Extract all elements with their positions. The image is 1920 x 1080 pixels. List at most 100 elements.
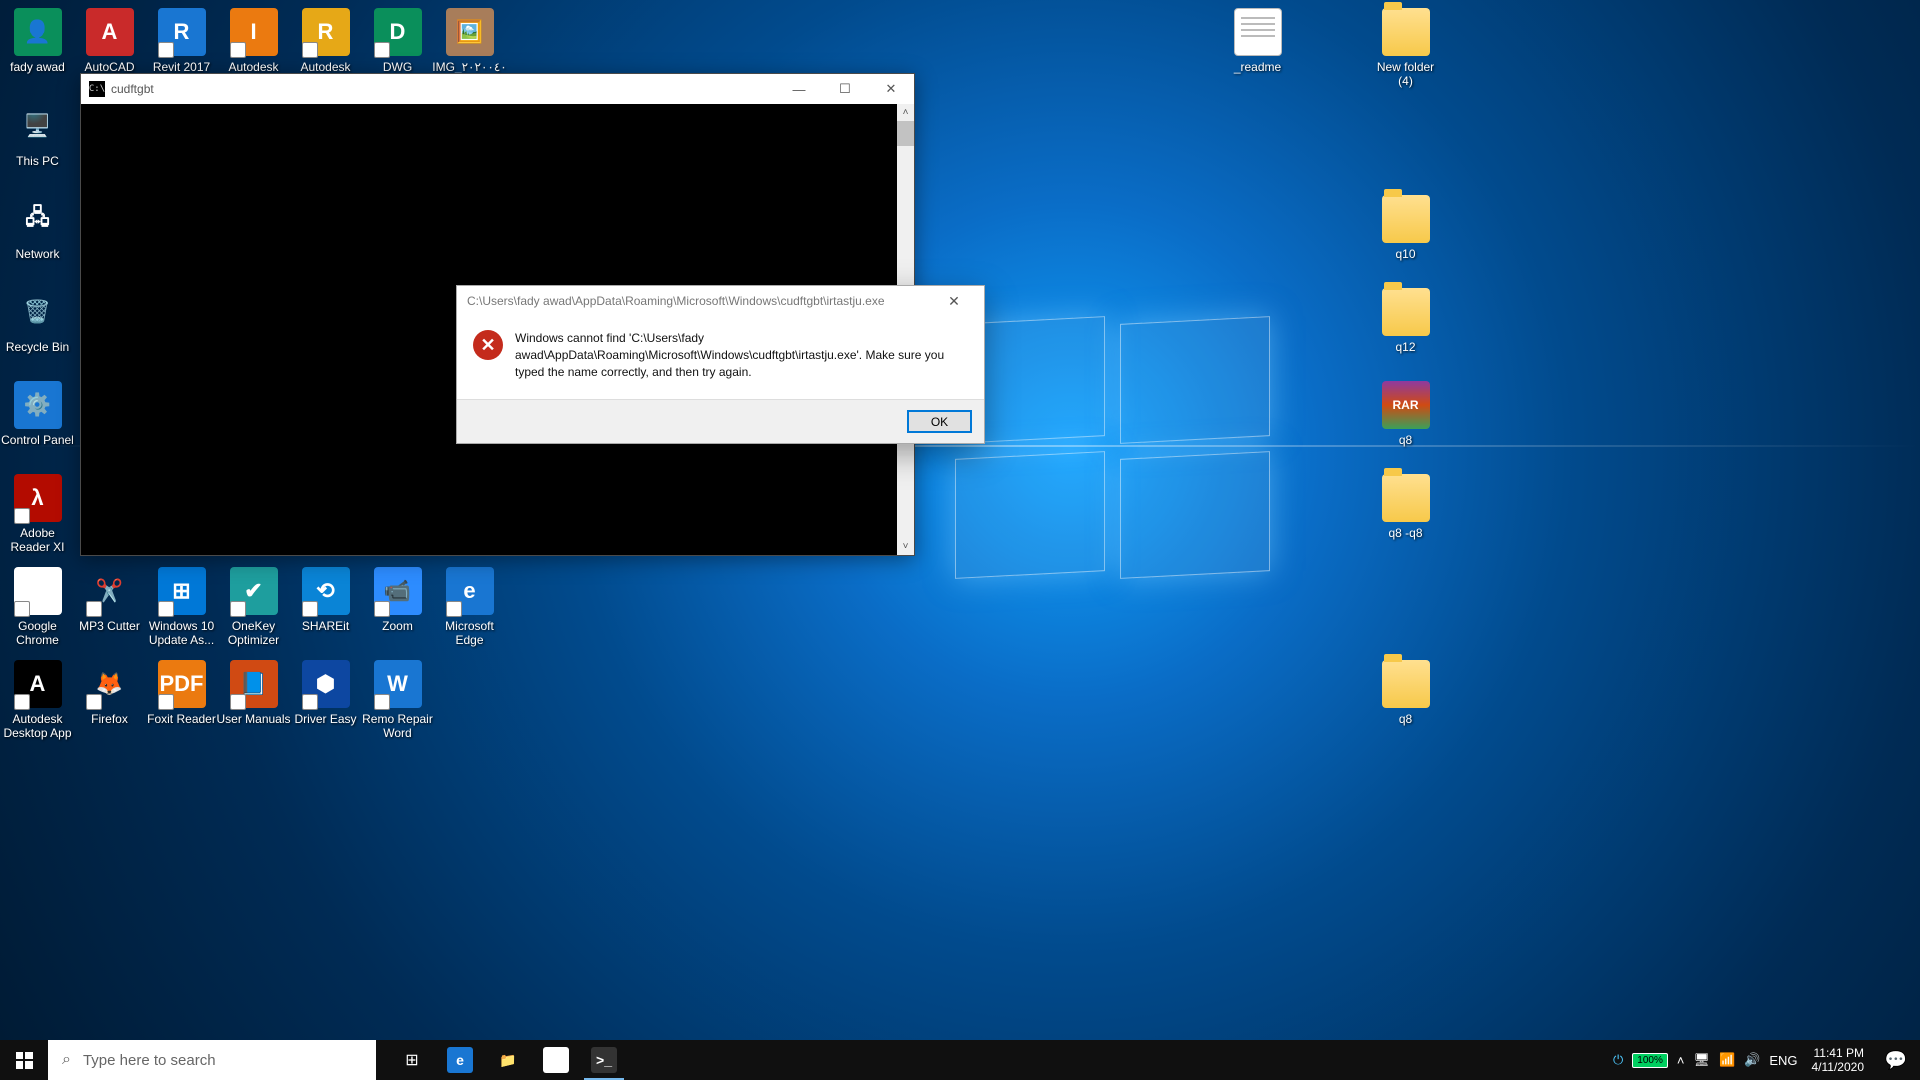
wifi-icon[interactable]: 📶 — [1719, 1052, 1735, 1068]
tray-power-icon[interactable]: ⏻ — [1613, 1052, 1623, 1068]
edge-taskbar-icon[interactable]: e — [436, 1040, 484, 1080]
icon-label: Foxit Reader — [144, 712, 219, 726]
control-panel-icon[interactable]: ⚙️Control Panel — [0, 381, 75, 447]
icon-label: Autodesk Desktop App — [0, 712, 75, 740]
autodesk-icon-2[interactable]: RAutodesk — [288, 8, 363, 74]
error-close-button[interactable]: ✕ — [934, 286, 974, 316]
app-glyph-icon: 🖥️ — [14, 102, 62, 150]
recycle-bin-icon[interactable]: 🗑️ Recycle Bin — [0, 288, 75, 354]
app-glyph-icon: 📘 — [230, 660, 278, 708]
dwg-icon[interactable]: DDWG — [360, 8, 435, 74]
microsoft-edge-icon[interactable]: e Microsoft Edge — [432, 567, 507, 647]
onekey-optimizer-icon[interactable]: ✔OneKey Optimizer — [216, 567, 291, 647]
shareit-icon[interactable]: ⟲SHAREit — [288, 567, 363, 633]
search-placeholder: Type here to search — [83, 1052, 216, 1069]
scroll-thumb[interactable] — [897, 121, 914, 146]
icon-label: This PC — [0, 154, 75, 168]
taskbar-app-icon: ◉ — [543, 1047, 569, 1073]
q8-folder-icon[interactable]: q8 — [1368, 660, 1443, 726]
close-button[interactable]: ✕ — [868, 74, 914, 104]
explorer-taskbar-icon[interactable]: 📁 — [484, 1040, 532, 1080]
icon-label: User Manuals — [216, 712, 291, 726]
tray-up-icon[interactable]: ˄ — [1677, 1053, 1685, 1068]
clock[interactable]: 11:41 PM 4/11/2020 — [1804, 1040, 1873, 1080]
tray-extra-icon[interactable]: 🖥 — [1693, 1052, 1710, 1068]
search-box[interactable]: ⌕ Type here to search — [48, 1040, 376, 1080]
remo-repair-word-icon[interactable]: WRemo Repair Word — [360, 660, 435, 740]
sound-icon[interactable]: 🔊 — [1744, 1052, 1760, 1068]
app-glyph-icon: 🦊 — [86, 660, 134, 708]
q8-q8-folder-icon[interactable]: q8 -q8 — [1368, 474, 1443, 540]
ok-button[interactable]: OK — [907, 410, 972, 433]
icon-label: _readme — [1220, 60, 1295, 74]
cmd-titlebar[interactable]: C:\ cudftgbt — ☐ ✕ — [81, 74, 914, 104]
zoom-icon[interactable]: 📹Zoom — [360, 567, 435, 633]
app-glyph-icon: ⟲ — [302, 567, 350, 615]
scroll-up-icon[interactable]: ˄ — [897, 104, 914, 121]
icon-label: Recycle Bin — [0, 340, 75, 354]
this-pc-icon[interactable]: 🖥️ This PC — [0, 102, 75, 168]
mp3-cutter-icon[interactable]: ✂️MP3 Cutter — [72, 567, 147, 633]
notification-icon: 💬 — [1885, 1050, 1907, 1071]
text-file-icon — [1234, 8, 1282, 56]
foxit-reader-icon[interactable]: PDFFoxit Reader — [144, 660, 219, 726]
folder-icon — [1382, 195, 1430, 243]
battery-indicator[interactable]: 100% — [1632, 1053, 1668, 1068]
new-folder-4-icon[interactable]: New folder (4) — [1368, 8, 1443, 88]
app-glyph-icon: 🗑️ — [14, 288, 62, 336]
taskview-icon: ⊞ — [405, 1050, 418, 1070]
action-center-button[interactable]: 💬 — [1872, 1040, 1920, 1080]
icon-label: q8 — [1368, 712, 1443, 726]
readme-file-icon[interactable]: _readme — [1220, 8, 1295, 74]
icon-label: Network — [0, 247, 75, 261]
cmd-title-text: cudftgbt — [111, 82, 154, 96]
windows-icon — [16, 1052, 33, 1069]
folder-icon — [1382, 8, 1430, 56]
app-glyph-icon: ⊞ — [158, 567, 206, 615]
firefox-icon[interactable]: 🦊Firefox — [72, 660, 147, 726]
start-button[interactable] — [0, 1040, 48, 1080]
app-glyph-icon: 📹 — [374, 567, 422, 615]
autodesk-icon-1[interactable]: IAutodesk — [216, 8, 291, 74]
google-chrome-icon[interactable]: ◉Google Chrome — [0, 567, 75, 647]
app-glyph-icon: λ — [14, 474, 62, 522]
q10-folder-icon[interactable]: q10 — [1368, 195, 1443, 261]
app-glyph-icon: W — [374, 660, 422, 708]
error-message: Windows cannot find 'C:\Users\fady awad\… — [515, 330, 968, 381]
maximize-button[interactable]: ☐ — [822, 74, 868, 104]
chrome-taskbar-icon[interactable]: ◉ — [532, 1040, 580, 1080]
task-view-button[interactable]: ⊞ — [388, 1040, 436, 1080]
app-glyph-icon: 🖧 — [14, 195, 62, 243]
language-indicator[interactable]: ENG — [1769, 1053, 1797, 1068]
taskbar-app-icon: e — [447, 1047, 473, 1073]
network-icon[interactable]: 🖧 Network — [0, 195, 75, 261]
cmd-taskbar-icon[interactable]: >_ — [580, 1040, 628, 1080]
app-glyph-icon: I — [230, 8, 278, 56]
autodesk-desktop-app-icon[interactable]: AAutodesk Desktop App — [0, 660, 75, 740]
q8-rar-icon[interactable]: RARq8 — [1368, 381, 1443, 447]
user-account-icon[interactable]: 👤fady awad — [0, 8, 75, 74]
scroll-down-icon[interactable]: ˅ — [897, 538, 914, 555]
minimize-button[interactable]: — — [776, 74, 822, 104]
driver-easy-icon[interactable]: ⬢Driver Easy — [288, 660, 363, 726]
app-glyph-icon: R — [158, 8, 206, 56]
icon-label: MP3 Cutter — [72, 619, 147, 633]
app-glyph-icon: D — [374, 8, 422, 56]
icon-label: Google Chrome — [0, 619, 75, 647]
app-glyph-icon: e — [446, 567, 494, 615]
user-manuals-icon[interactable]: 📘 User Manuals — [216, 660, 291, 726]
icon-label: OneKey Optimizer — [216, 619, 291, 647]
revit-2017-icon[interactable]: RRevit 2017 — [144, 8, 219, 74]
cmd-app-icon: C:\ — [89, 81, 105, 97]
app-glyph-icon: 👤 — [14, 8, 62, 56]
clock-date: 4/11/2020 — [1812, 1060, 1865, 1074]
adobe-reader-icon[interactable]: λAdobe Reader XI — [0, 474, 75, 554]
icon-label: Microsoft Edge — [432, 619, 507, 647]
error-dialog[interactable]: C:\Users\fady awad\AppData\Roaming\Micro… — [456, 285, 985, 444]
system-tray[interactable]: ⏻ 100% ˄ 🖥 📶 🔊 ENG — [1607, 1040, 1804, 1080]
error-icon: ✕ — [473, 330, 503, 360]
taskbar[interactable]: ⌕ Type here to search ⊞ e 📁 ◉ >_ ⏻ 100% ˄ 🖥… — [0, 1040, 1920, 1080]
q12-folder-icon[interactable]: q12 — [1368, 288, 1443, 354]
error-titlebar[interactable]: C:\Users\fady awad\AppData\Roaming\Micro… — [457, 286, 984, 316]
windows-10-update-icon[interactable]: ⊞Windows 10 Update As... — [144, 567, 219, 647]
